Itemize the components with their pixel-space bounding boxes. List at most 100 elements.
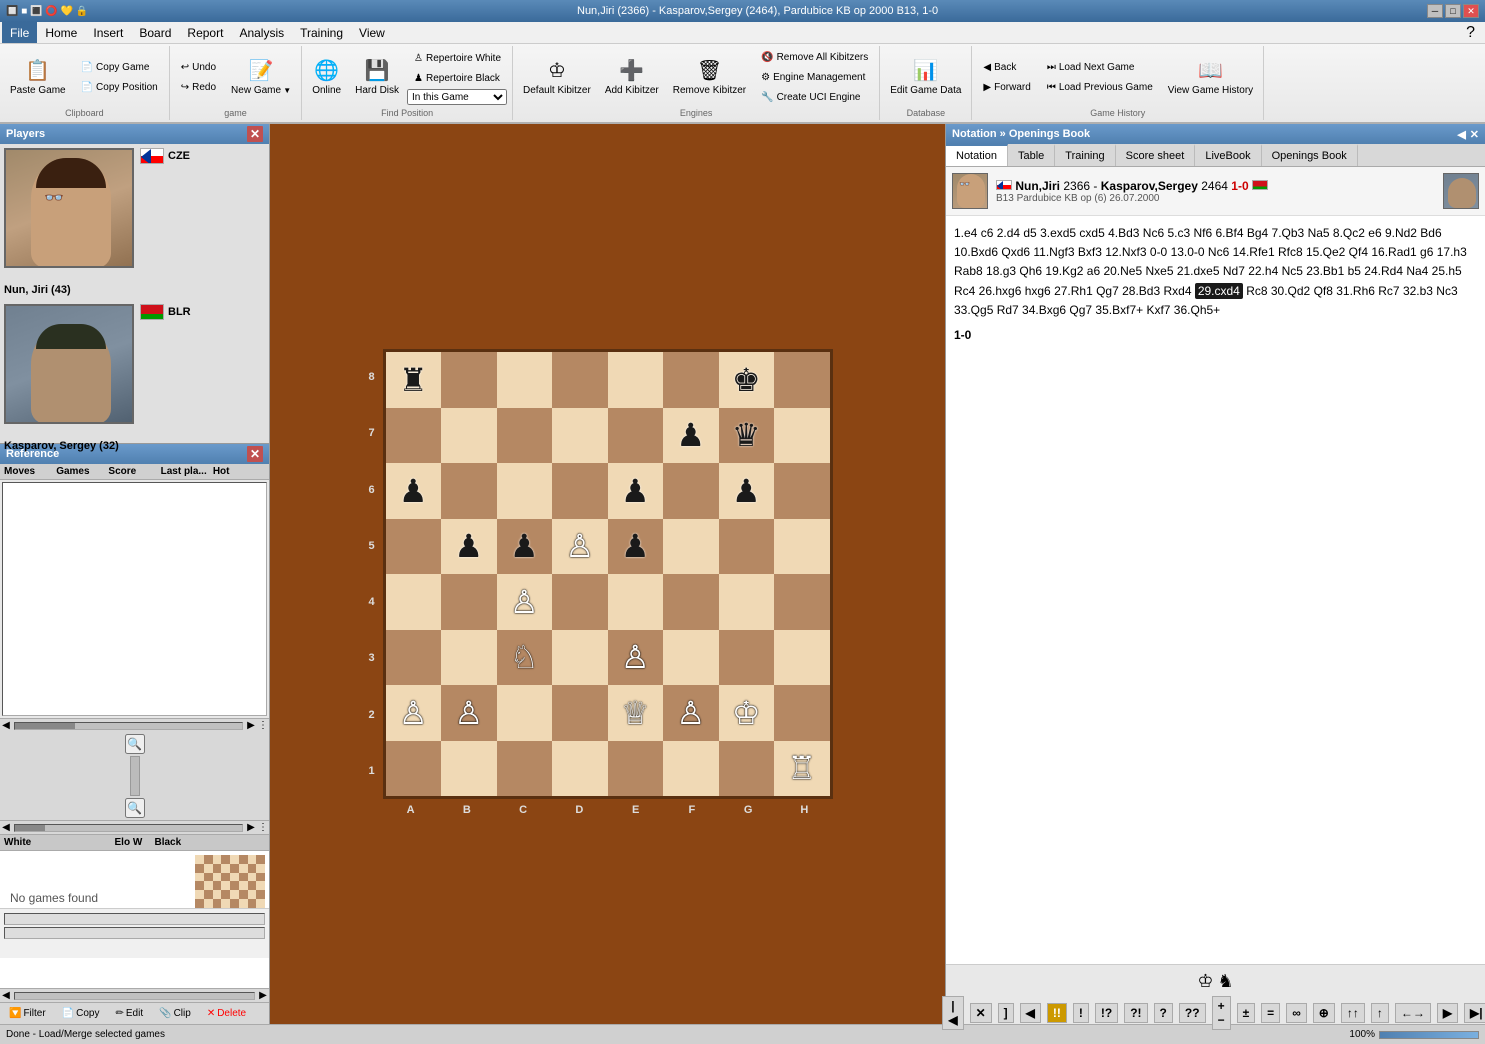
square-b1[interactable] bbox=[441, 741, 497, 797]
tab-scoresheet[interactable]: Score sheet bbox=[1116, 144, 1196, 166]
tab-notation[interactable]: Notation bbox=[946, 144, 1008, 166]
clip-button[interactable]: 📎 Clip bbox=[154, 1006, 196, 1021]
nav-lr-button[interactable]: ←→ bbox=[1395, 1003, 1431, 1023]
edit-button[interactable]: ✏ Edit bbox=[111, 1006, 149, 1021]
close-button[interactable]: ✕ bbox=[1463, 4, 1479, 18]
square-c4[interactable]: ♙ bbox=[497, 574, 553, 630]
square-d8[interactable] bbox=[552, 352, 608, 408]
square-c6[interactable] bbox=[497, 463, 553, 519]
square-g5[interactable] bbox=[719, 519, 775, 575]
ref-hscroll2[interactable]: ◀ ▶ ⋮ bbox=[0, 820, 269, 834]
square-h3[interactable] bbox=[774, 630, 830, 686]
square-f8[interactable] bbox=[663, 352, 719, 408]
nav-exclaim2-button[interactable]: !! bbox=[1047, 1003, 1067, 1023]
square-c2[interactable] bbox=[497, 685, 553, 741]
square-c8[interactable] bbox=[497, 352, 553, 408]
nav-forward-button[interactable]: ▶ bbox=[1437, 1003, 1458, 1023]
gl-scroll-left[interactable]: ◀ bbox=[0, 990, 12, 1001]
scroll-left-btn[interactable]: ◀ bbox=[0, 720, 12, 731]
tab-table[interactable]: Table bbox=[1008, 144, 1055, 166]
menu-report[interactable]: Report bbox=[179, 22, 231, 43]
scroll-left-btn2[interactable]: ◀ bbox=[0, 822, 12, 833]
zoom-track[interactable] bbox=[130, 756, 140, 796]
square-h2[interactable] bbox=[774, 685, 830, 741]
back-button[interactable]: ◀ Back bbox=[976, 58, 1037, 76]
nav-prev-var-button[interactable]: ✕ bbox=[970, 1003, 992, 1023]
ref-hscroll[interactable]: ◀ ▶ ⋮ bbox=[0, 718, 269, 732]
nav-plus-equal-button[interactable]: ± bbox=[1237, 1003, 1256, 1023]
square-b5[interactable]: ♟ bbox=[441, 519, 497, 575]
square-a5[interactable] bbox=[386, 519, 442, 575]
square-f4[interactable] bbox=[663, 574, 719, 630]
nav-bracket-button[interactable]: ] bbox=[998, 1003, 1014, 1023]
square-b2[interactable]: ♙ bbox=[441, 685, 497, 741]
load-next-button[interactable]: ⏭ Load Next Game bbox=[1040, 58, 1160, 76]
paste-game-button[interactable]: 📋 Paste Game bbox=[4, 48, 72, 106]
square-d6[interactable] bbox=[552, 463, 608, 519]
game-list-hscroll[interactable]: ◀ ▶ bbox=[0, 988, 269, 1002]
nav-equal-button[interactable]: = bbox=[1261, 1003, 1280, 1023]
help-icon[interactable]: ? bbox=[1466, 24, 1483, 42]
square-c7[interactable] bbox=[497, 408, 553, 464]
square-d1[interactable] bbox=[552, 741, 608, 797]
square-a2[interactable]: ♙ bbox=[386, 685, 442, 741]
copy-position-button[interactable]: 📄 Copy Position bbox=[74, 78, 165, 96]
menu-analysis[interactable]: Analysis bbox=[231, 22, 292, 43]
redo-button[interactable]: ↪ Redo bbox=[174, 78, 223, 96]
tab-training[interactable]: Training bbox=[1055, 144, 1115, 166]
scroll-right-btn2[interactable]: ▶ bbox=[245, 822, 257, 833]
square-a1[interactable] bbox=[386, 741, 442, 797]
zoom-out-button[interactable]: 🔍 bbox=[125, 798, 145, 818]
square-b8[interactable] bbox=[441, 352, 497, 408]
minimize-button[interactable]: ─ bbox=[1427, 4, 1443, 18]
engine-management-button[interactable]: ⚙ Engine Management bbox=[754, 68, 875, 86]
menu-board[interactable]: Board bbox=[131, 22, 179, 43]
gl-hscroll-track[interactable] bbox=[14, 992, 255, 1000]
gl-scroll-right[interactable]: ▶ bbox=[257, 990, 269, 1001]
scroll-more-btn[interactable]: ⋮ bbox=[257, 720, 269, 731]
nav-circle-button[interactable]: ⊕ bbox=[1313, 1003, 1335, 1023]
square-b4[interactable] bbox=[441, 574, 497, 630]
square-d3[interactable] bbox=[552, 630, 608, 686]
rep-white-button[interactable]: ♙ Repertoire White bbox=[407, 49, 508, 67]
square-a7[interactable] bbox=[386, 408, 442, 464]
notation-close-btn[interactable]: ✕ bbox=[1470, 128, 1479, 141]
square-f6[interactable] bbox=[663, 463, 719, 519]
nav-end-button[interactable]: ▶| bbox=[1464, 1003, 1485, 1023]
menu-home[interactable]: Home bbox=[37, 22, 85, 43]
nav-arrow2-button[interactable]: ↑↑ bbox=[1341, 1003, 1365, 1023]
square-h4[interactable] bbox=[774, 574, 830, 630]
hscrollbar-thumb2[interactable] bbox=[15, 825, 45, 831]
nav-inf-button[interactable]: ∞ bbox=[1286, 1003, 1307, 1023]
square-c5[interactable]: ♟ bbox=[497, 519, 553, 575]
load-prev-button[interactable]: ⏮ Load Previous Game bbox=[1040, 78, 1160, 96]
square-f5[interactable] bbox=[663, 519, 719, 575]
default-kibitzer-button[interactable]: ♔ Default Kibitzer bbox=[517, 48, 597, 106]
square-b3[interactable] bbox=[441, 630, 497, 686]
copy-button[interactable]: 📄 Copy bbox=[57, 1006, 105, 1021]
zoom-in-button[interactable]: 🔍 bbox=[125, 734, 145, 754]
square-h5[interactable] bbox=[774, 519, 830, 575]
square-a3[interactable] bbox=[386, 630, 442, 686]
square-g8[interactable]: ♚ bbox=[719, 352, 775, 408]
square-h1[interactable]: ♖ bbox=[774, 741, 830, 797]
comment-input[interactable] bbox=[4, 913, 265, 925]
square-d2[interactable] bbox=[552, 685, 608, 741]
filter-button[interactable]: 🔽 Filter bbox=[4, 1006, 51, 1021]
scroll-more-btn2[interactable]: ⋮ bbox=[257, 822, 269, 833]
maximize-button[interactable]: □ bbox=[1445, 4, 1461, 18]
hscrollbar-track2[interactable] bbox=[14, 824, 243, 832]
menu-file[interactable]: File bbox=[2, 22, 37, 43]
square-d5[interactable]: ♙ bbox=[552, 519, 608, 575]
square-e8[interactable] bbox=[608, 352, 664, 408]
square-c1[interactable] bbox=[497, 741, 553, 797]
remove-all-kibitzers-button[interactable]: 🔇 Remove All Kibitzers bbox=[754, 48, 875, 66]
square-f3[interactable] bbox=[663, 630, 719, 686]
square-e3[interactable]: ♙ bbox=[608, 630, 664, 686]
find-dropdown[interactable]: In this Game bbox=[407, 89, 507, 105]
square-f1[interactable] bbox=[663, 741, 719, 797]
square-e1[interactable] bbox=[608, 741, 664, 797]
tab-livebook[interactable]: LiveBook bbox=[1195, 144, 1261, 166]
square-g2[interactable]: ♔ bbox=[719, 685, 775, 741]
nav-plus-minus-button[interactable]: +− bbox=[1212, 996, 1231, 1030]
